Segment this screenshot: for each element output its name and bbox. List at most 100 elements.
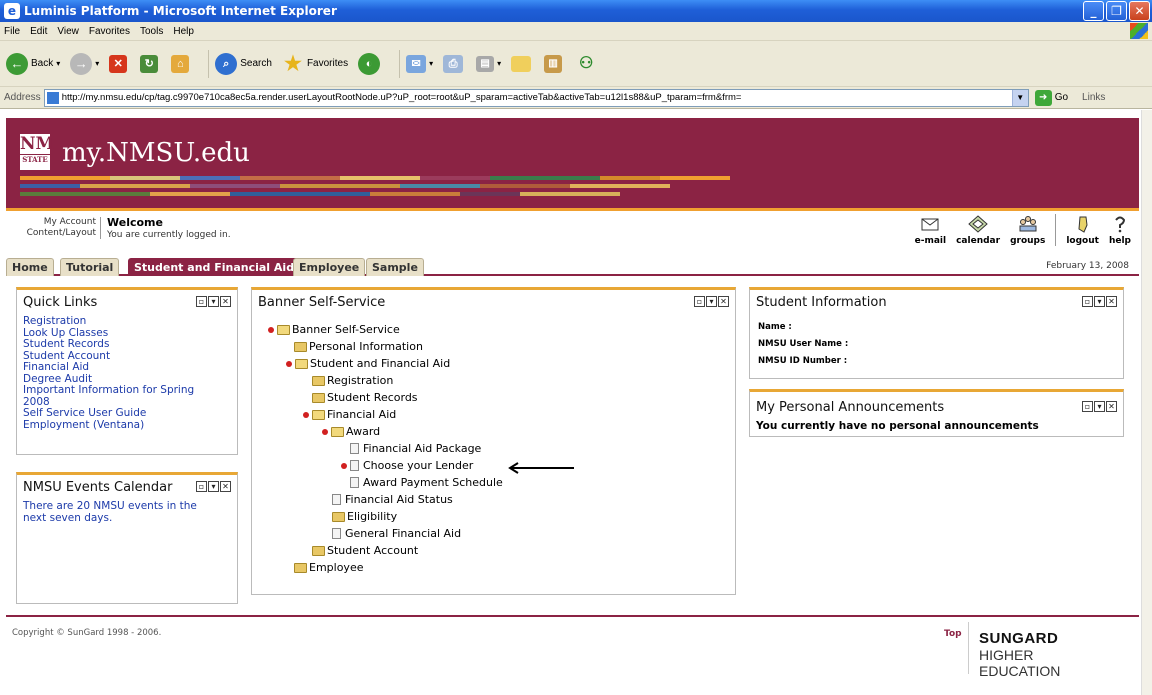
tree-item-employee[interactable]: Employee — [294, 561, 363, 574]
remove-channel-icon[interactable]: ✕ — [1106, 401, 1117, 412]
tab-tutorial[interactable]: Tutorial — [60, 258, 120, 276]
content-layout-link[interactable]: Content/Layout — [6, 228, 96, 239]
minimize-channel-icon[interactable]: ▾ — [1094, 296, 1105, 307]
bullet-icon — [341, 462, 347, 469]
link-important-info[interactable]: Important Information for Spring — [23, 384, 231, 397]
tab-home[interactable]: Home — [6, 258, 54, 276]
events-text-line2[interactable]: next seven days. — [23, 512, 231, 525]
tree-item-personal-information[interactable]: Personal Information — [294, 340, 423, 353]
menu-help[interactable]: Help — [173, 26, 194, 37]
favorites-label: Favorites — [306, 58, 349, 69]
tree-label: Financial Aid Package — [363, 442, 482, 455]
tree-item-choose-your-lender[interactable]: Choose your Lender — [341, 459, 473, 472]
edit-channel-icon[interactable]: ▫ — [1082, 296, 1093, 307]
folder-button[interactable] — [511, 55, 534, 72]
favorites-button[interactable]: ★ Favorites — [282, 53, 348, 75]
edit-channel-icon[interactable]: ▫ — [196, 296, 207, 307]
minimize-channel-icon[interactable]: ▾ — [208, 296, 219, 307]
nmsu-logo[interactable]: NM STATE — [20, 134, 54, 170]
refresh-button[interactable]: ↻ — [140, 54, 161, 73]
link-financial-aid[interactable]: Financial Aid — [23, 361, 231, 374]
mail-button[interactable]: ✉ ▾ — [406, 54, 433, 73]
welcome-area: My Account Content/Layout Welcome You ar… — [6, 212, 1139, 250]
link-employment[interactable]: Employment (Ventana) — [23, 419, 231, 432]
go-button[interactable]: ➜ Go — [1034, 89, 1068, 106]
events-text-line1[interactable]: There are 20 NMSU events in the — [23, 500, 231, 513]
tree-label: Financial Aid Status — [345, 493, 453, 506]
address-input[interactable]: http://my.nmsu.edu/cp/tag.c9970e710ca8ec… — [43, 88, 1029, 107]
logout-button[interactable]: logout — [1066, 215, 1099, 246]
my-account-link[interactable]: My Account — [6, 217, 96, 228]
minimize-channel-icon[interactable]: ▾ — [706, 296, 717, 307]
remove-channel-icon[interactable]: ✕ — [220, 481, 231, 492]
folder-icon — [294, 341, 307, 352]
minimize-channel-icon[interactable]: ▾ — [208, 481, 219, 492]
vertical-scrollbar[interactable] — [1141, 110, 1152, 695]
tree-item-student-financial-aid[interactable]: Student and Financial Aid — [286, 357, 450, 370]
copyright-text: Copyright © SunGard 1998 - 2006. — [12, 628, 162, 638]
stop-button[interactable]: ✕ — [109, 54, 130, 73]
tab-employee[interactable]: Employee — [293, 258, 366, 276]
events-text: There are 20 NMSU events in the next sev… — [23, 500, 231, 525]
research-button[interactable]: ▥ — [544, 54, 565, 73]
menu-view[interactable]: View — [57, 26, 79, 37]
menu-file[interactable]: File — [4, 26, 20, 37]
banner-divider — [6, 208, 1139, 211]
tree-item-registration[interactable]: Registration — [312, 374, 393, 387]
tree-item-financial-aid-status[interactable]: Financial Aid Status — [332, 493, 453, 506]
remove-channel-icon[interactable]: ✕ — [220, 296, 231, 307]
folder-icon — [312, 545, 325, 556]
name-label: Name : — [758, 322, 792, 332]
edit-channel-icon[interactable]: ▫ — [694, 296, 705, 307]
search-button[interactable]: ⌕ Search — [215, 52, 272, 75]
browser-toolbar: ← Back ▾ → ▾ ✕ ↻ ⌂ ⌕ Search ★ Favorites … — [0, 41, 1152, 87]
chevron-down-icon[interactable]: ▼ — [1011, 89, 1028, 106]
window-titlebar: e Luminis Platform - Microsoft Internet … — [0, 0, 1152, 22]
edit-channel-icon[interactable]: ▫ — [196, 481, 207, 492]
top-link[interactable]: Top — [944, 629, 962, 639]
link-registration[interactable]: Registration — [23, 315, 231, 328]
tab-sample[interactable]: Sample — [366, 258, 424, 276]
tree-label: Employee — [309, 561, 364, 574]
folder-open-icon — [331, 426, 344, 437]
bullet-icon — [268, 326, 274, 333]
help-button[interactable]: help — [1109, 215, 1131, 246]
messenger-button[interactable]: ⚇ — [575, 53, 600, 75]
groups-icon — [1019, 216, 1037, 232]
tree-item-award-payment-schedule[interactable]: Award Payment Schedule — [350, 476, 503, 489]
remove-channel-icon[interactable]: ✕ — [1106, 296, 1117, 307]
tree-item-student-records[interactable]: Student Records — [312, 391, 418, 404]
menu-favorites[interactable]: Favorites — [89, 26, 130, 37]
close-button[interactable]: ✕ — [1129, 1, 1150, 21]
edit-button[interactable]: ▤ ▾ — [476, 55, 501, 72]
calendar-button[interactable]: calendar — [956, 215, 1000, 246]
link-student-records[interactable]: Student Records — [23, 338, 231, 351]
remove-channel-icon[interactable]: ✕ — [718, 296, 729, 307]
menu-edit[interactable]: Edit — [30, 26, 47, 37]
media-button[interactable]: ◐ — [358, 52, 383, 75]
back-button[interactable]: ← Back ▾ — [6, 52, 60, 75]
link-self-service-guide[interactable]: Self Service User Guide — [23, 407, 231, 420]
document-icon — [332, 494, 341, 505]
menu-tools[interactable]: Tools — [140, 26, 163, 37]
tree-item-banner-self-service[interactable]: Banner Self-Service — [268, 323, 400, 336]
welcome-title: Welcome — [107, 216, 163, 229]
maximize-button[interactable]: ❐ — [1106, 1, 1127, 21]
groups-button[interactable]: groups — [1010, 215, 1045, 246]
tree-item-award[interactable]: Award — [322, 425, 380, 438]
minimize-channel-icon[interactable]: ▾ — [1094, 401, 1105, 412]
minimize-button[interactable]: _ — [1083, 1, 1104, 21]
tree-item-general-financial-aid[interactable]: General Financial Aid — [332, 527, 461, 540]
tree-item-financial-aid-package[interactable]: Financial Aid Package — [350, 442, 481, 455]
tab-student-financial-aid[interactable]: Student and Financial Aid — [128, 258, 301, 276]
edit-channel-icon[interactable]: ▫ — [1082, 401, 1093, 412]
forward-button[interactable]: → ▾ — [70, 52, 99, 75]
home-button[interactable]: ⌂ — [171, 54, 192, 73]
print-button[interactable]: ⎙ — [443, 54, 466, 73]
tree-item-financial-aid[interactable]: Financial Aid — [303, 408, 396, 421]
menu-bar: File Edit View Favorites Tools Help — [0, 22, 1152, 41]
links-button[interactable]: Links — [1082, 92, 1105, 103]
email-button[interactable]: e-mail — [915, 215, 946, 246]
tree-item-eligibility[interactable]: Eligibility — [332, 510, 397, 523]
tree-item-student-account[interactable]: Student Account — [312, 544, 418, 557]
